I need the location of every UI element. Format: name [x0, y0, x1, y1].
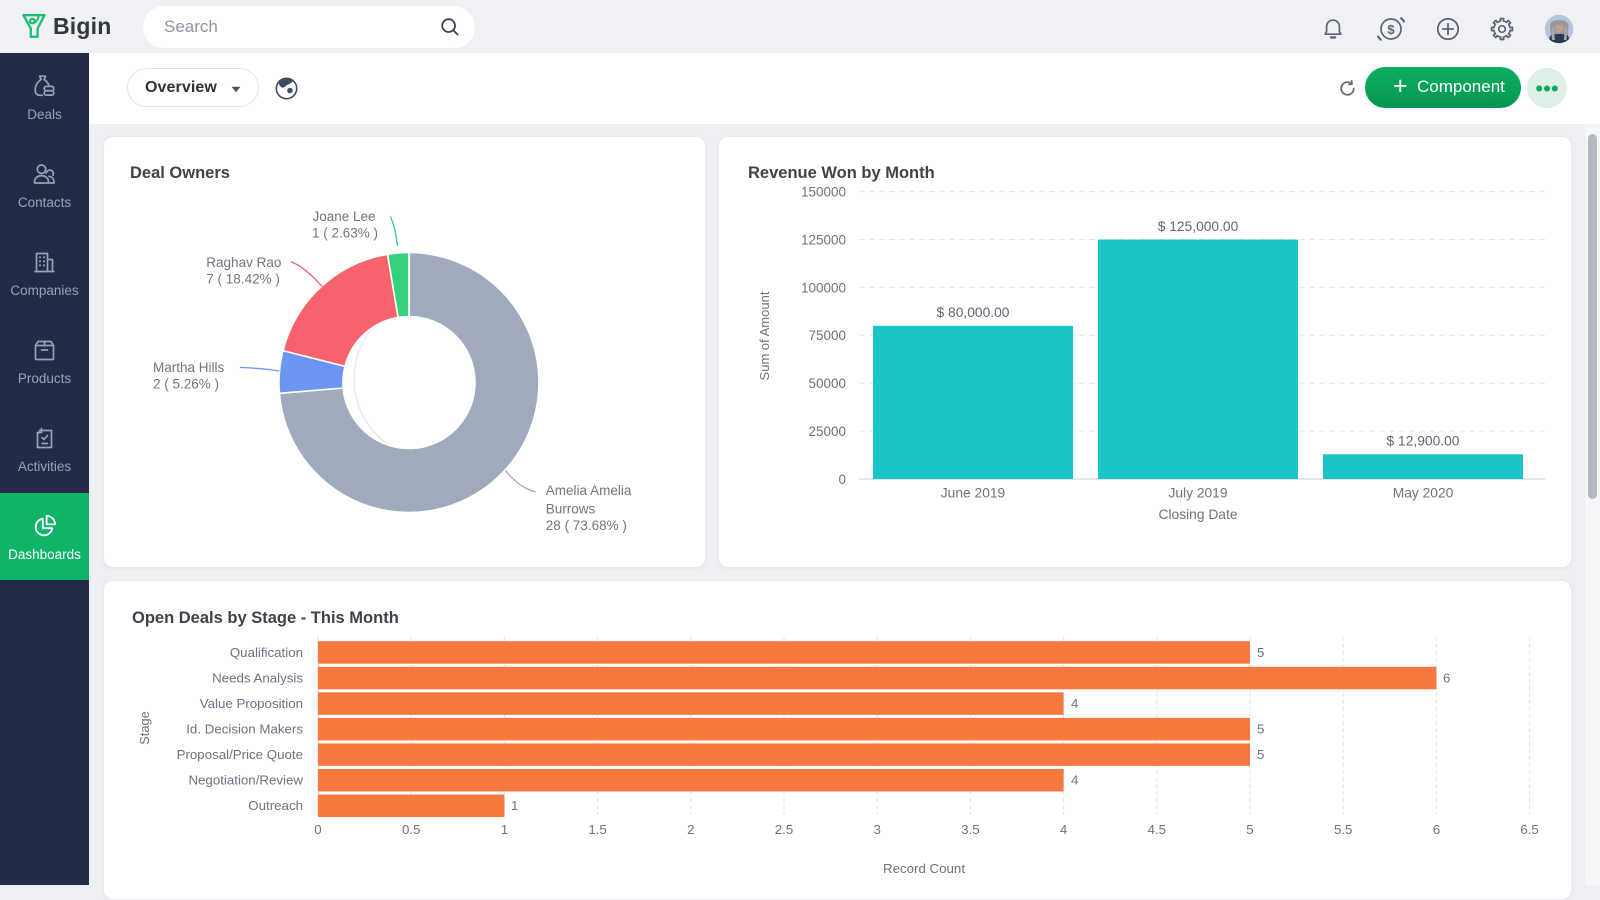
svg-text:1: 1 — [501, 822, 508, 837]
svg-text:5.5: 5.5 — [1334, 822, 1353, 837]
svg-text:$ 125,000.00: $ 125,000.00 — [1158, 219, 1239, 234]
svg-text:$ 12,900.00: $ 12,900.00 — [1387, 434, 1460, 449]
svg-text:5: 5 — [1257, 722, 1264, 737]
svg-text:Joane Lee: Joane Lee — [312, 209, 375, 224]
svg-text:4: 4 — [1071, 696, 1078, 711]
svg-text:5: 5 — [1257, 645, 1264, 660]
svg-text:Outreach: Outreach — [248, 798, 303, 813]
svg-text:5: 5 — [1257, 747, 1264, 762]
svg-text:Record Count: Record Count — [883, 861, 965, 876]
svg-text:2.5: 2.5 — [775, 822, 794, 837]
svg-text:50000: 50000 — [808, 376, 846, 391]
svg-text:Qualification: Qualification — [230, 645, 303, 660]
svg-text:Martha Hills: Martha Hills — [153, 360, 225, 375]
svg-text:June 2019: June 2019 — [941, 486, 1006, 501]
svg-text:1.5: 1.5 — [588, 822, 607, 837]
svg-text:Closing Date: Closing Date — [1159, 507, 1238, 522]
svg-text:150000: 150000 — [801, 185, 846, 200]
svg-text:Id. Decision Makers: Id. Decision Makers — [186, 722, 303, 737]
svg-text:4: 4 — [1060, 822, 1067, 837]
svg-text:1: 1 — [511, 798, 518, 813]
svg-text:4.5: 4.5 — [1148, 822, 1167, 837]
svg-text:Raghav Rao: Raghav Rao — [206, 255, 281, 270]
svg-text:125000: 125000 — [801, 232, 846, 247]
svg-text:$: $ — [1387, 22, 1395, 37]
svg-text:Sum of Amount: Sum of Amount — [757, 291, 772, 380]
svg-text:3.5: 3.5 — [961, 822, 980, 837]
svg-text:4: 4 — [1071, 773, 1078, 788]
svg-text:6: 6 — [1443, 671, 1450, 686]
svg-text:25000: 25000 — [808, 424, 846, 439]
svg-text:5: 5 — [1246, 822, 1253, 837]
svg-text:3: 3 — [873, 822, 880, 837]
svg-text:Needs Analysis: Needs Analysis — [212, 671, 303, 686]
svg-text:2: 2 — [687, 822, 694, 837]
svg-text:0: 0 — [838, 472, 846, 487]
svg-text:Burrows: Burrows — [546, 502, 596, 517]
svg-text:Stage: Stage — [137, 711, 152, 744]
svg-text:100000: 100000 — [801, 280, 846, 295]
svg-text:$ 80,000.00: $ 80,000.00 — [937, 305, 1010, 320]
svg-text:7 ( 18.42% ): 7 ( 18.42% ) — [206, 272, 280, 287]
svg-text:6.5: 6.5 — [1520, 822, 1539, 837]
svg-text:Value Proposition: Value Proposition — [200, 696, 303, 711]
svg-text:2 ( 5.26% ): 2 ( 5.26% ) — [153, 377, 219, 392]
svg-text:28 ( 73.68% ): 28 ( 73.68% ) — [546, 518, 627, 533]
svg-text:Amelia Amelia: Amelia Amelia — [546, 483, 632, 498]
svg-text:Proposal/Price Quote: Proposal/Price Quote — [177, 747, 303, 762]
svg-text:July 2019: July 2019 — [1168, 486, 1227, 501]
svg-text:1 ( 2.63% ): 1 ( 2.63% ) — [312, 226, 378, 241]
svg-text:Negotiation/Review: Negotiation/Review — [188, 773, 303, 788]
svg-text:0: 0 — [314, 822, 321, 837]
svg-text:75000: 75000 — [808, 328, 846, 343]
svg-text:May 2020: May 2020 — [1393, 486, 1454, 501]
svg-text:0.5: 0.5 — [402, 822, 421, 837]
svg-text:6: 6 — [1433, 822, 1440, 837]
